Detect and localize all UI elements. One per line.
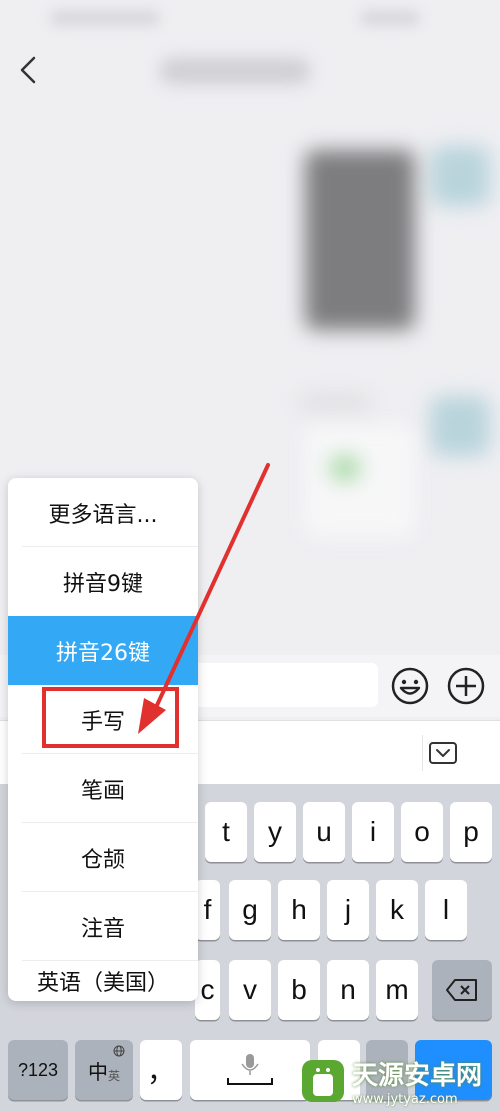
chat-title — [160, 58, 310, 84]
message-input[interactable] — [190, 663, 378, 707]
key-g[interactable]: g — [229, 880, 271, 940]
file-icon — [330, 456, 360, 480]
menu-item-cangjie[interactable]: 仓颉 — [8, 823, 198, 892]
key-l[interactable]: l — [425, 880, 467, 940]
key-p[interactable]: p — [450, 802, 492, 862]
timestamp — [300, 396, 370, 408]
zh-en-switch-key[interactable]: 中 英 — [75, 1040, 133, 1100]
space-key[interactable] — [190, 1040, 310, 1100]
watermark-title: 天源安卓网 — [352, 1060, 483, 1091]
backspace-icon — [446, 979, 477, 1001]
key-u[interactable]: u — [303, 802, 345, 862]
key-n[interactable]: n — [327, 960, 369, 1020]
plus-circle-icon — [447, 667, 485, 705]
key-t[interactable]: t — [205, 802, 247, 862]
key-o[interactable]: o — [401, 802, 443, 862]
menu-item-zhuyin[interactable]: 注音 — [8, 892, 198, 961]
message-file — [305, 426, 415, 536]
status-bar — [0, 0, 500, 36]
emoji-icon — [391, 667, 429, 705]
collapse-keyboard-button[interactable] — [422, 735, 462, 771]
chat-header — [0, 36, 500, 106]
plus-button[interactable] — [446, 666, 486, 706]
numbers-key[interactable]: ?123 — [8, 1040, 68, 1100]
key-k[interactable]: k — [376, 880, 418, 940]
comma-key[interactable]: ， — [140, 1040, 182, 1100]
backspace-key[interactable] — [432, 960, 492, 1020]
zh-label: 中 — [87, 1059, 108, 1084]
status-icons-blur — [360, 10, 420, 26]
menu-item-stroke[interactable]: 笔画 — [8, 754, 198, 823]
globe-icon — [113, 1045, 125, 1057]
en-label: 英 — [107, 1068, 120, 1083]
key-b[interactable]: b — [278, 960, 320, 1020]
message-image — [305, 150, 415, 330]
key-m[interactable]: m — [376, 960, 418, 1020]
emoji-button[interactable] — [390, 666, 430, 706]
status-time-blur — [50, 10, 160, 26]
avatar — [430, 396, 490, 456]
watermark-url: www.jytyaz.com — [352, 1091, 458, 1107]
back-button[interactable] — [14, 52, 46, 88]
key-c[interactable]: c — [195, 960, 220, 1020]
key-y[interactable]: y — [254, 802, 296, 862]
menu-item-pinyin-9[interactable]: 拼音9键 — [8, 547, 198, 616]
key-i[interactable]: i — [352, 802, 394, 862]
highlight-box — [42, 687, 179, 748]
watermark-logo-icon — [302, 1059, 344, 1102]
watermark: 天源安卓网 www.jytyaz.com — [300, 1050, 500, 1111]
key-j[interactable]: j — [327, 880, 369, 940]
chevron-left-icon — [20, 56, 36, 84]
key-v[interactable]: v — [229, 960, 271, 1020]
key-f[interactable]: f — [195, 880, 220, 940]
menu-item-pinyin-26[interactable]: 拼音26键 — [8, 616, 198, 685]
menu-item-more-languages[interactable]: 更多语言... — [8, 478, 198, 547]
key-h[interactable]: h — [278, 880, 320, 940]
keyboard-collapse-icon — [428, 742, 457, 764]
avatar — [430, 146, 490, 206]
microphone-icon — [227, 1054, 273, 1085]
menu-item-english-us[interactable]: 英语（美国） — [8, 961, 198, 1001]
